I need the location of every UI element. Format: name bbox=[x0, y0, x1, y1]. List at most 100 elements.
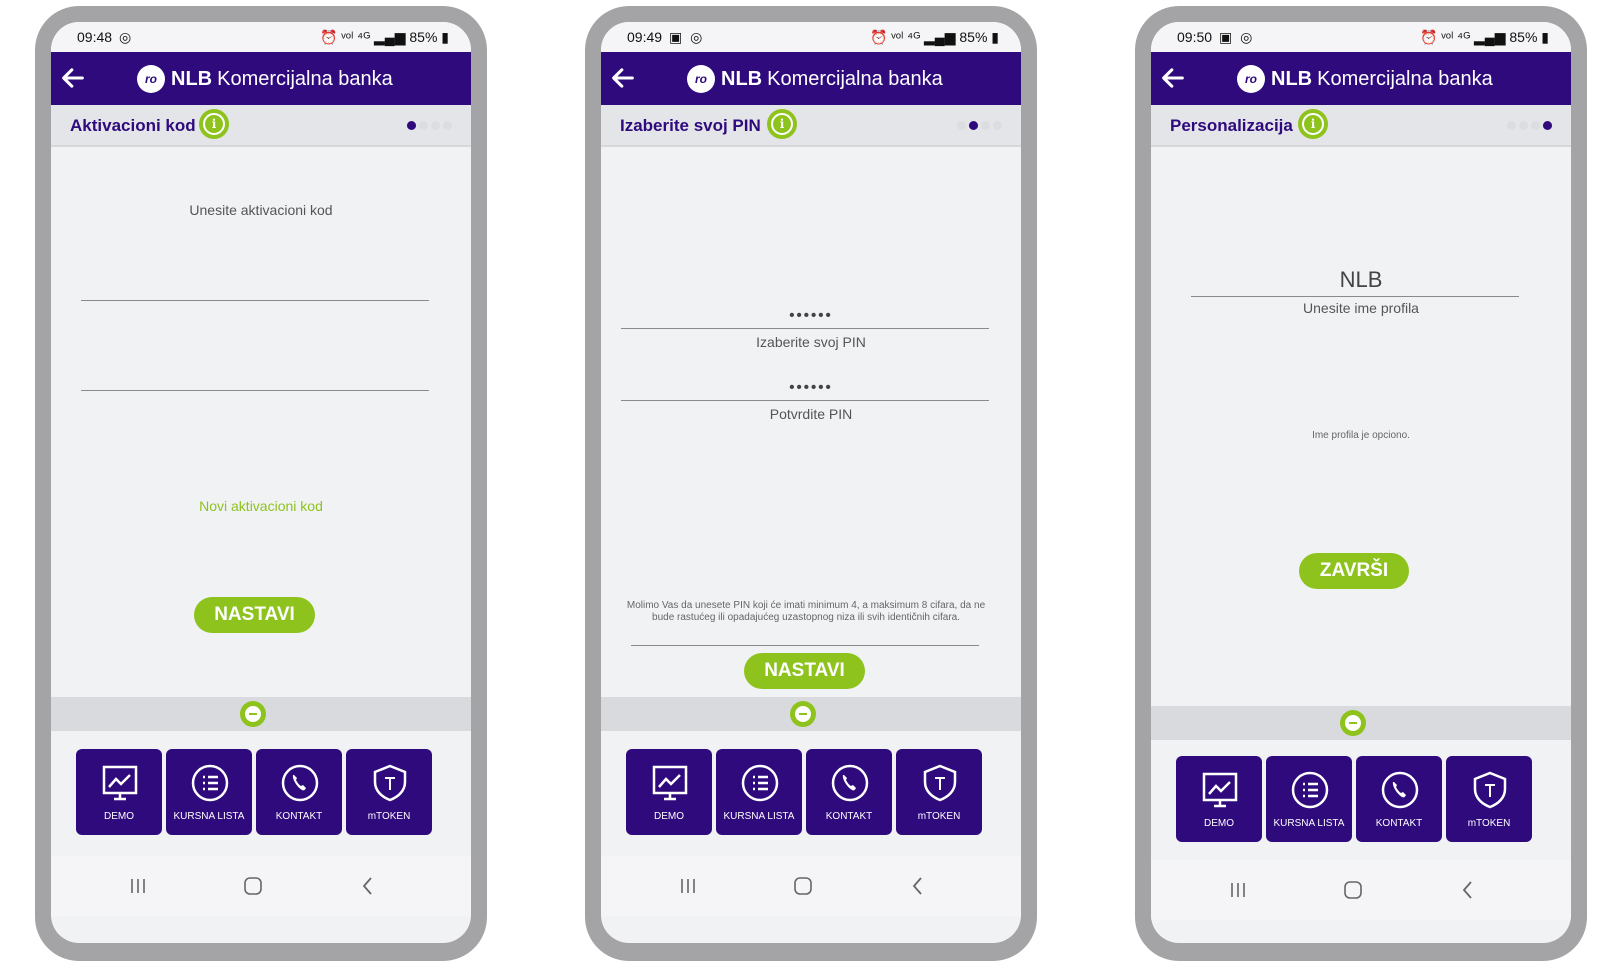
bottom-menu: DEMO KURSNA LISTA KONTAKT mTOKEN bbox=[1176, 756, 1536, 842]
home-icon[interactable] bbox=[241, 874, 265, 898]
status-time: 09:50 bbox=[1177, 29, 1213, 45]
profile-name-input[interactable]: NLB bbox=[1151, 267, 1571, 293]
demo-button[interactable]: DEMO bbox=[76, 749, 162, 835]
brand-name-bold: NLB bbox=[1271, 67, 1313, 90]
step-dot-2 bbox=[1519, 121, 1528, 130]
list-icon bbox=[191, 764, 229, 802]
back-nav-icon[interactable] bbox=[356, 874, 380, 898]
system-nav-bar bbox=[51, 856, 471, 916]
status-bar: 09:48 ◎ ⏰ ᵛᵒˡ ⁴ᴳ ▂▄▆ 85% ▮ bbox=[51, 22, 471, 52]
bottom-menu: DEMO KURSNA LISTA KONTAKT mTOKEN bbox=[626, 749, 986, 835]
app-header: ro NLB Komercijalna banka bbox=[1151, 52, 1571, 105]
phone-frame-1: 09:48 ◎ ⏰ ᵛᵒˡ ⁴ᴳ ▂▄▆ 85% ▮ ro NLB Komerc… bbox=[35, 6, 487, 961]
shield-icon bbox=[923, 764, 957, 802]
mtoken-button[interactable]: mTOKEN bbox=[896, 749, 982, 835]
pin-input[interactable]: •••••• bbox=[601, 307, 1021, 324]
collapse-icon[interactable] bbox=[240, 701, 266, 727]
back-arrow-icon[interactable] bbox=[59, 64, 87, 92]
activation-code-field-2[interactable] bbox=[81, 390, 429, 391]
contact-button[interactable]: KONTAKT bbox=[1356, 756, 1442, 842]
list-icon bbox=[741, 764, 779, 802]
shield-icon bbox=[1473, 771, 1507, 809]
confirm-pin-label: Potvrdite PIN bbox=[769, 406, 853, 422]
profile-name-underline bbox=[1191, 296, 1519, 297]
contact-button[interactable]: KONTAKT bbox=[256, 749, 342, 835]
app-header: ro NLB Komercijalna banka bbox=[601, 52, 1021, 105]
collapse-icon[interactable] bbox=[1340, 710, 1366, 736]
mtoken-label: mTOKEN bbox=[367, 811, 411, 822]
status-bar: 09:49 ▣ ◎ ⏰ ᵛᵒˡ ⁴ᴳ ▂▄▆ 85% ▮ bbox=[601, 22, 1021, 52]
hint-divider bbox=[631, 645, 979, 646]
step-dot-4 bbox=[443, 121, 452, 130]
back-arrow-icon[interactable] bbox=[1159, 64, 1187, 92]
demo-button[interactable]: DEMO bbox=[1176, 756, 1262, 842]
exchange-rates-label: KURSNA LISTA bbox=[1273, 818, 1345, 829]
confirm-pin-underline bbox=[621, 400, 989, 401]
mtoken-button[interactable]: mTOKEN bbox=[1446, 756, 1532, 842]
demo-label: DEMO bbox=[104, 811, 134, 822]
drawer-handle-bar[interactable] bbox=[1151, 706, 1571, 740]
system-nav-bar bbox=[601, 856, 1021, 916]
exchange-rates-button[interactable]: KURSNA LISTA bbox=[1266, 756, 1352, 842]
recent-apps-icon[interactable] bbox=[676, 874, 700, 898]
bank-logo: ro NLB Komercijalna banka bbox=[137, 64, 393, 94]
step-indicator bbox=[1507, 121, 1552, 130]
recent-apps-icon[interactable] bbox=[1226, 878, 1250, 902]
step-title: Aktivacioni kod bbox=[70, 116, 196, 135]
demo-label: DEMO bbox=[654, 811, 684, 822]
info-icon[interactable]: i bbox=[1298, 109, 1328, 139]
exchange-rates-button[interactable]: KURSNA LISTA bbox=[166, 749, 252, 835]
back-nav-icon[interactable] bbox=[906, 874, 930, 898]
step-title: Izaberite svoj PIN bbox=[620, 116, 761, 135]
brand-name: Komercijalna banka bbox=[217, 67, 393, 90]
back-arrow-icon[interactable] bbox=[609, 64, 637, 92]
step-header: Aktivacioni kod i bbox=[51, 105, 471, 147]
phone-frame-2: 09:49 ▣ ◎ ⏰ ᵛᵒˡ ⁴ᴳ ▂▄▆ 85% ▮ ro NLB Kome… bbox=[585, 6, 1037, 961]
whatsapp-icon: ◎ bbox=[119, 29, 134, 45]
step-header: Izaberite svoj PIN i bbox=[601, 105, 1021, 147]
phone-icon bbox=[831, 764, 869, 802]
continue-button[interactable]: NASTAVI bbox=[194, 597, 315, 633]
back-nav-icon[interactable] bbox=[1456, 878, 1480, 902]
brand-name: Komercijalna banka bbox=[767, 67, 943, 90]
step-dot-1 bbox=[957, 121, 966, 130]
contact-label: KONTAKT bbox=[1375, 818, 1423, 829]
activation-code-field-1[interactable] bbox=[81, 300, 429, 301]
home-icon[interactable] bbox=[1341, 878, 1365, 902]
mtoken-label: mTOKEN bbox=[1467, 818, 1511, 829]
status-battery: ⏰ ᵛᵒˡ ⁴ᴳ ▂▄▆ 85% ▮ bbox=[1419, 29, 1549, 45]
phone-frame-3: 09:50 ▣ ◎ ⏰ ᵛᵒˡ ⁴ᴳ ▂▄▆ 85% ▮ ro NLB Kome… bbox=[1135, 6, 1587, 961]
info-icon[interactable]: i bbox=[199, 109, 229, 139]
pin-field-underline bbox=[621, 328, 989, 329]
finish-button[interactable]: ZAVRŠI bbox=[1299, 553, 1409, 589]
recent-apps-icon[interactable] bbox=[126, 874, 150, 898]
bank-logo: ro NLB Komercijalna banka bbox=[1237, 64, 1493, 94]
collapse-icon[interactable] bbox=[790, 701, 816, 727]
exchange-rates-label: KURSNA LISTA bbox=[723, 811, 795, 822]
nlb-logo-icon: ro bbox=[1237, 65, 1265, 93]
gallery-icon: ▣ ◎ bbox=[1219, 29, 1255, 45]
step-dot-2 bbox=[419, 121, 428, 130]
mtoken-button[interactable]: mTOKEN bbox=[346, 749, 432, 835]
new-activation-code-link[interactable]: Novi aktivacioni kod bbox=[51, 498, 471, 514]
drawer-handle-bar[interactable] bbox=[601, 697, 1021, 731]
step-dot-4 bbox=[993, 121, 1002, 130]
mtoken-label: mTOKEN bbox=[917, 811, 961, 822]
pin-rules-hint: Molimo Vas da unesete PIN koji će imati … bbox=[626, 600, 986, 623]
exchange-rates-button[interactable]: KURSNA LISTA bbox=[716, 749, 802, 835]
continue-button[interactable]: NASTAVI bbox=[744, 653, 865, 689]
demo-button[interactable]: DEMO bbox=[626, 749, 712, 835]
shield-icon bbox=[373, 764, 407, 802]
step-dot-2 bbox=[969, 121, 978, 130]
step-title: Personalizacija bbox=[1170, 116, 1293, 135]
step-dot-3 bbox=[981, 121, 990, 130]
info-icon[interactable]: i bbox=[767, 109, 797, 139]
drawer-handle-bar[interactable] bbox=[51, 697, 471, 731]
confirm-pin-input[interactable]: •••••• bbox=[601, 379, 1021, 396]
activation-prompt: Unesite aktivacioni kod bbox=[189, 202, 333, 218]
contact-button[interactable]: KONTAKT bbox=[806, 749, 892, 835]
bank-logo: ro NLB Komercijalna banka bbox=[687, 64, 943, 94]
list-icon bbox=[1291, 771, 1329, 809]
home-icon[interactable] bbox=[791, 874, 815, 898]
status-battery: ⏰ ᵛᵒˡ ⁴ᴳ ▂▄▆ 85% ▮ bbox=[319, 29, 449, 45]
